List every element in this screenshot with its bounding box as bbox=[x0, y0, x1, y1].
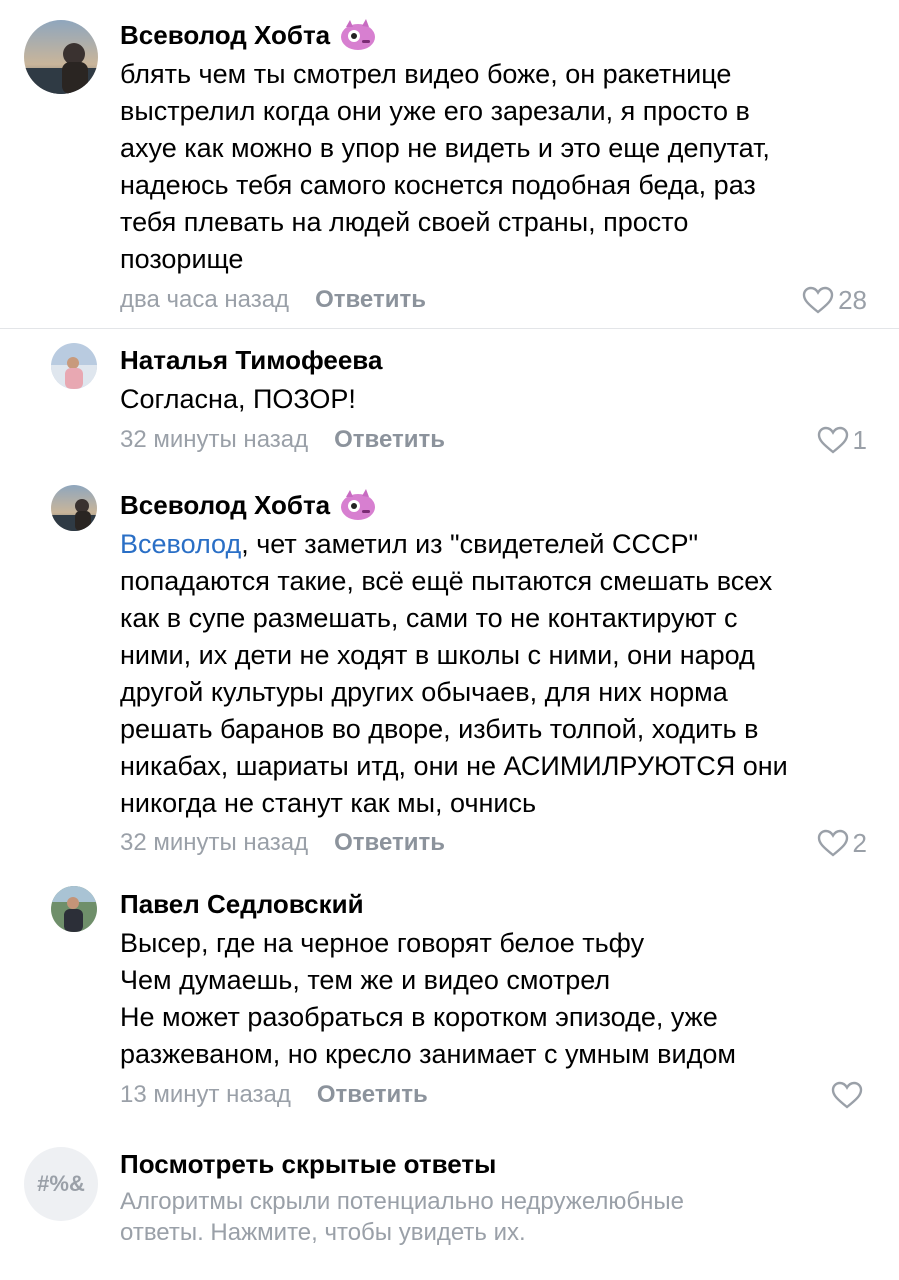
timestamp: 13 минут назад bbox=[120, 1081, 291, 1108]
author-name-label: Всеволод Хобта bbox=[120, 20, 331, 50]
comment-line: разжеваном, но кресло занимает с умным в… bbox=[120, 1039, 736, 1069]
hidden-desc-line: Алгоритмы скрыли потенциально недружелюб… bbox=[120, 1188, 684, 1215]
reply-button[interactable]: Ответить bbox=[334, 829, 445, 857]
comment-line: ахуе как можно в упор не видеть и это ещ… bbox=[120, 133, 770, 163]
comment-meta: 13 минут назад Ответить bbox=[120, 1078, 428, 1112]
comment-line: Не может разобраться в коротком эпизоде,… bbox=[120, 1002, 718, 1032]
comment-meta: 32 минуты назад Ответить bbox=[120, 826, 445, 860]
hidden-replies-description: Алгоритмы скрыли потенциально недружелюб… bbox=[120, 1186, 880, 1248]
heart-icon bbox=[817, 829, 848, 857]
like-count: 2 bbox=[852, 827, 867, 858]
comment-text: Высер, где на черное говорят белое тьфу … bbox=[120, 925, 880, 1073]
reply-button[interactable]: Ответить bbox=[334, 426, 445, 454]
hidden-replies-icon: #%& bbox=[24, 1147, 98, 1221]
author-name[interactable]: Всеволод Хобта bbox=[120, 18, 378, 52]
comment-line: никогда не станут как мы, очнись bbox=[120, 788, 537, 818]
sticker-badge-icon bbox=[338, 488, 378, 522]
timestamp: 32 минуты назад bbox=[120, 829, 309, 856]
comment-line: надеюсь тебя самого коснется подобная бе… bbox=[120, 170, 756, 200]
comment-line: Чем думаешь, тем же и видео смотрел bbox=[120, 965, 611, 995]
comment-text: Согласна, ПОЗОР! bbox=[120, 381, 880, 418]
like-button[interactable]: 28 bbox=[802, 283, 867, 317]
reply-button[interactable]: Ответить bbox=[317, 1081, 428, 1109]
timestamp: 32 минуты назад bbox=[120, 426, 309, 453]
comment-line: выстрелил когда они уже его зарезали, я … bbox=[120, 96, 750, 126]
like-button[interactable] bbox=[831, 1078, 867, 1112]
comment-line: как в супе размешать, сами то не контакт… bbox=[120, 603, 738, 633]
comment-text: блять чем ты смотрел видео боже, он раке… bbox=[120, 56, 880, 278]
comment-line: Высер, где на черное говорят белое тьфу bbox=[120, 928, 645, 958]
mention-link[interactable]: Всеволод bbox=[120, 529, 241, 559]
heart-icon bbox=[831, 1081, 863, 1109]
comment-line: Всеволод, чет заметил из "свидетелей ССС… bbox=[120, 526, 880, 563]
comment-line: ними, их дети не ходят в школы с ними, о… bbox=[120, 640, 755, 670]
author-name-label: Всеволод Хобта bbox=[120, 490, 331, 520]
comment-line: тебя плевать на людей своей страны, прос… bbox=[120, 207, 689, 237]
show-hidden-replies-link[interactable]: Посмотреть скрытые ответы bbox=[120, 1148, 496, 1180]
avatar[interactable] bbox=[24, 20, 98, 94]
comment-line: попадаются такие, всё ещё пытаются смеша… bbox=[120, 566, 773, 596]
avatar[interactable] bbox=[51, 485, 97, 531]
like-button[interactable]: 1 bbox=[817, 423, 867, 457]
comment-line: Согласна, ПОЗОР! bbox=[120, 384, 356, 414]
reply-button[interactable]: Ответить bbox=[315, 286, 426, 314]
comment-line: никабах, шариаты итд, они не АСИМИЛРУЮТС… bbox=[120, 751, 788, 781]
like-count: 28 bbox=[838, 284, 867, 315]
comment-line: решать баранов во дворе, избить толпой, … bbox=[120, 714, 759, 744]
comment-line-rest: , чет заметил из "свидетелей СССР" bbox=[241, 529, 699, 559]
divider bbox=[0, 328, 899, 329]
comment-meta: два часа назад Ответить bbox=[120, 283, 426, 317]
comment-meta: 32 минуты назад Ответить bbox=[120, 423, 445, 457]
avatar[interactable] bbox=[51, 343, 97, 389]
heart-icon bbox=[802, 286, 834, 314]
author-name[interactable]: Павел Седловский bbox=[120, 888, 364, 920]
like-count: 1 bbox=[852, 424, 867, 455]
author-name-label: Павел Седловский bbox=[120, 889, 364, 919]
timestamp: два часа назад bbox=[120, 286, 290, 313]
author-name[interactable]: Всеволод Хобта bbox=[120, 488, 378, 522]
comment-line: другой культуры других обычаев, для них … bbox=[120, 677, 728, 707]
comment-text: Всеволод, чет заметил из "свидетелей ССС… bbox=[120, 526, 880, 822]
sticker-badge-icon bbox=[338, 18, 378, 52]
author-name-label: Наталья Тимофеева bbox=[120, 345, 383, 375]
avatar[interactable] bbox=[51, 886, 97, 932]
heart-icon bbox=[817, 426, 848, 454]
comment-line: блять чем ты смотрел видео боже, он раке… bbox=[120, 59, 732, 89]
hidden-replies-icon-text: #%& bbox=[37, 1171, 85, 1196]
like-button[interactable]: 2 bbox=[817, 826, 867, 860]
hidden-desc-line: ответы. Нажмите, чтобы увидеть их. bbox=[120, 1219, 526, 1246]
author-name[interactable]: Наталья Тимофеева bbox=[120, 344, 382, 376]
comment-line: позорище bbox=[120, 244, 244, 274]
